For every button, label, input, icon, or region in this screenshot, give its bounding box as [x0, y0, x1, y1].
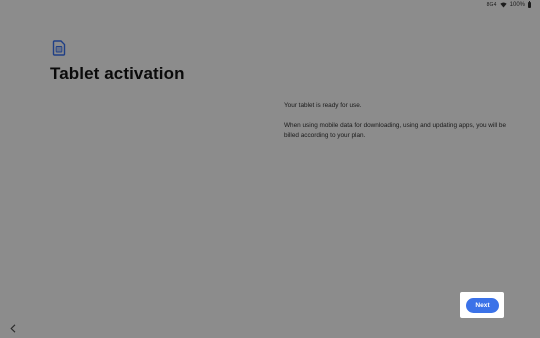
- battery-percent: 100%: [509, 2, 525, 8]
- battery-icon: [528, 1, 531, 8]
- next-button[interactable]: Next: [466, 298, 499, 313]
- wifi-icon: [499, 2, 507, 8]
- status-bar: 8G4 100%: [486, 1, 531, 8]
- page-title: Tablet activation: [50, 64, 185, 83]
- signal-text: 8G4: [486, 2, 497, 8]
- sim-card-icon: [52, 40, 66, 56]
- activation-message: Your tablet is ready for use. When using…: [284, 101, 508, 151]
- chevron-left-icon: [10, 323, 16, 333]
- billing-text: When using mobile data for downloading, …: [284, 122, 507, 139]
- ready-text: Your tablet is ready for use.: [284, 102, 362, 109]
- back-button[interactable]: [7, 322, 19, 334]
